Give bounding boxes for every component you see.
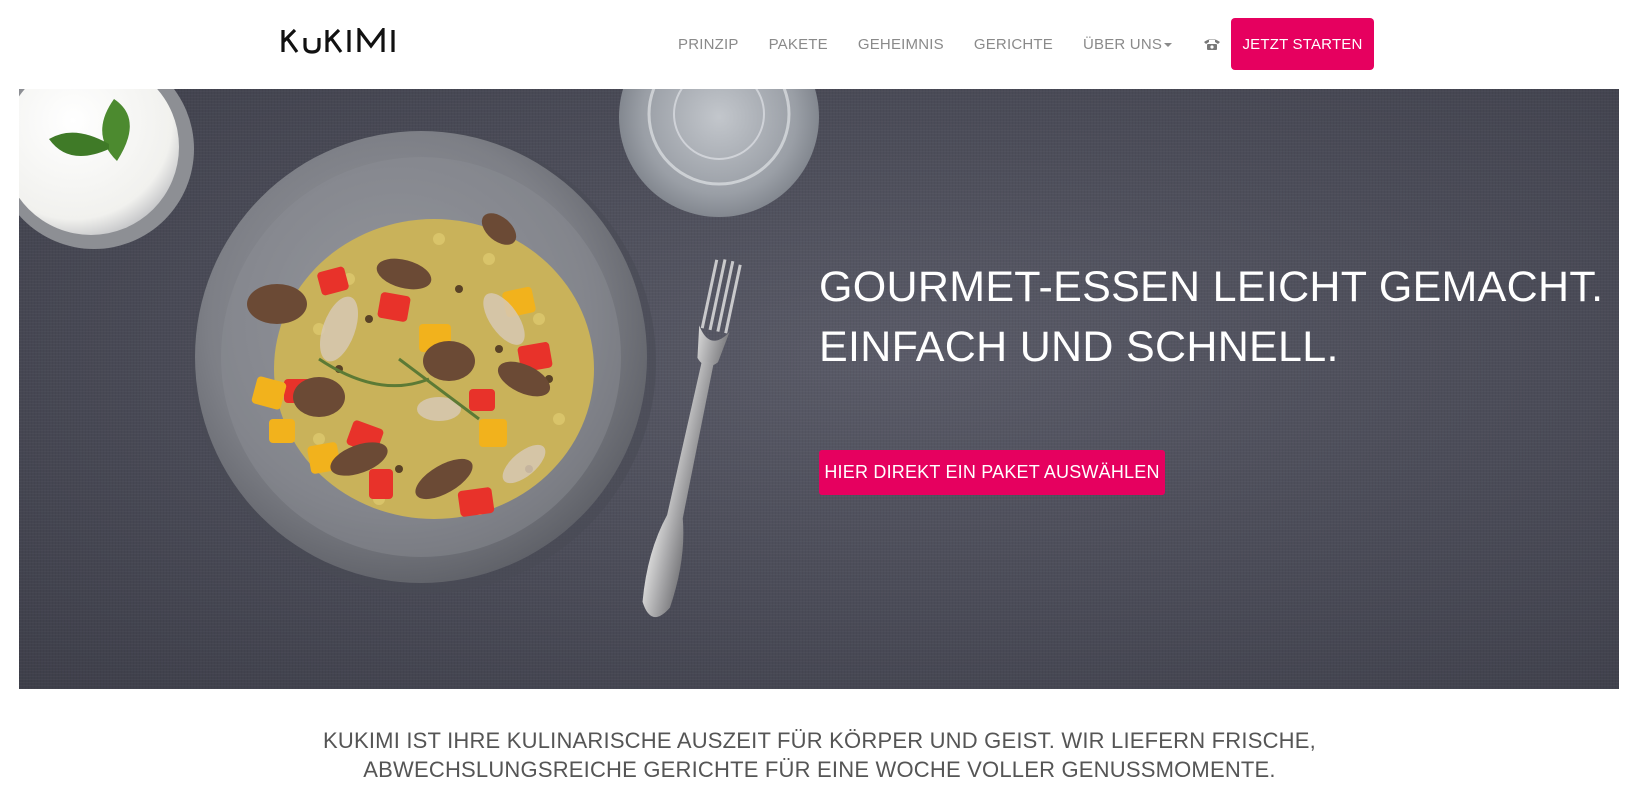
hero-banner: GOURMET-ESSEN LEICHT GEMACHT. EINFACH UN… (19, 89, 1619, 689)
nav-item-ueber-uns[interactable]: ÜBER UNS (1082, 35, 1173, 53)
intro-line1: KUKIMI IST IHRE KULINARISCHE AUSZEIT FÜR… (323, 728, 1316, 753)
hero-food-image (19, 89, 819, 617)
nav-item-ueber-uns-label: ÜBER UNS (1082, 35, 1163, 53)
nav-item-gerichte[interactable]: GERICHTE (974, 36, 1053, 53)
hero-headline-line1: GOURMET-ESSEN LEICHT GEMACHT. (819, 263, 1604, 311)
kukimi-logo-mark (281, 28, 395, 54)
hero-headline-line2: EINFACH UND SCHNELL. (819, 323, 1339, 371)
intro-text: KUKIMI IST IHRE KULINARISCHE AUSZEIT FÜR… (0, 726, 1639, 784)
phone-icon-glyph (1204, 39, 1221, 50)
nav-item-prinzip[interactable]: PRINZIP (678, 36, 739, 53)
main-nav: PRINZIP PAKETE GEHEIMNIS GERICHTE ÜBER U… (678, 0, 1260, 88)
hero-headline: GOURMET-ESSEN LEICHT GEMACHT. EINFACH UN… (819, 257, 1609, 377)
phone-icon[interactable] (1202, 35, 1222, 53)
top-navbar: PRINZIP PAKETE GEHEIMNIS GERICHTE ÜBER U… (0, 0, 1639, 88)
kukimi-logo[interactable] (281, 26, 409, 56)
nav-item-geheimnis[interactable]: GEHEIMNIS (858, 36, 944, 53)
caret-down-icon (1164, 42, 1173, 47)
fork (642, 259, 742, 617)
intro-line2: ABWECHSLUNGSREICHE GERICHTE FÜR EINE WOC… (363, 757, 1276, 782)
choose-package-button[interactable]: HIER DIREKT EIN PAKET AUSWÄHLEN (819, 450, 1165, 495)
nav-item-pakete[interactable]: PAKETE (769, 36, 828, 53)
jetzt-starten-button[interactable]: JETZT STARTEN (1231, 18, 1374, 70)
